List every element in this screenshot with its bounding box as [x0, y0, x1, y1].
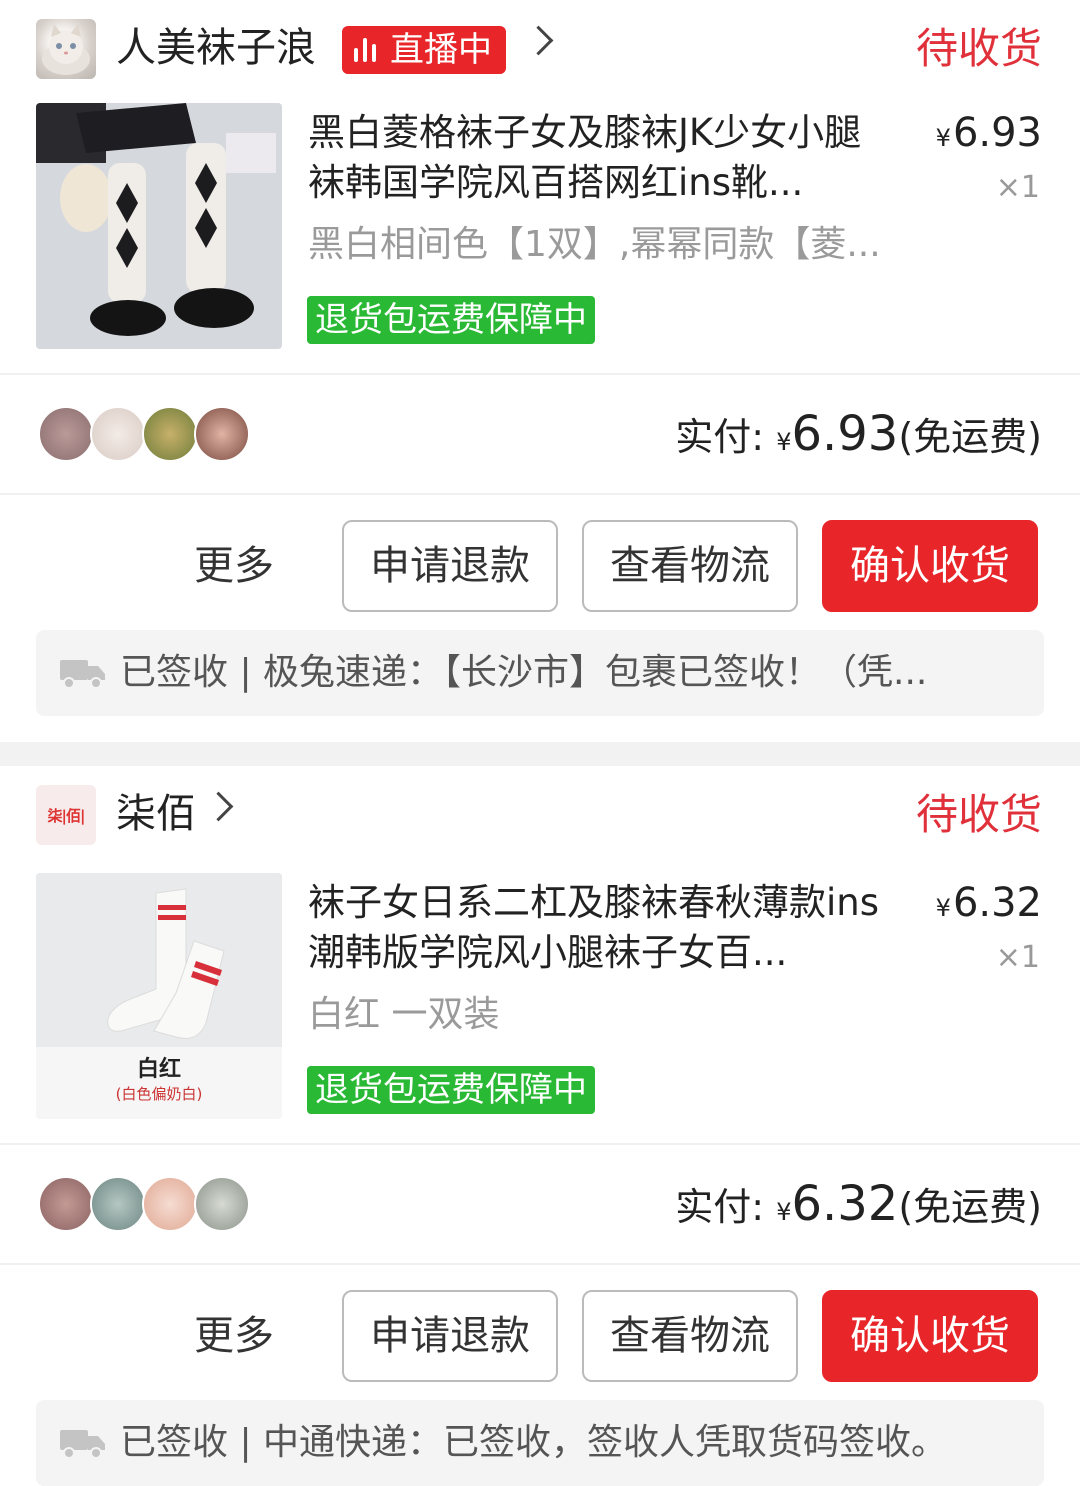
shop-name[interactable]: 柒佰	[116, 788, 196, 840]
logistics-status-bar[interactable]: 已签收 | 极兔速递：【长沙市】包裹已签收！（凭...	[36, 630, 1044, 716]
cat-avatar	[36, 19, 96, 79]
shop-logo: 柒|佰|	[36, 785, 96, 845]
paid-amount: 实付: ¥6.32(免运费)	[675, 1176, 1042, 1232]
guarantee-badge: 退货包运费保障中	[307, 1066, 595, 1114]
logistics-status-bar[interactable]: 已签收 | 中通快递：已签收，签收人凭取货码签收。	[36, 1400, 1044, 1486]
avatar	[90, 1176, 146, 1232]
view-logistics-button[interactable]: 查看物流	[582, 1290, 798, 1382]
buyer-avatars	[38, 1176, 250, 1232]
chevron-right-icon[interactable]	[203, 791, 234, 822]
avatar	[194, 406, 250, 462]
product-qty: ×1	[995, 170, 1040, 205]
truck-icon	[60, 1430, 105, 1459]
product-variant: 黑白相间色【1双】,幂幂同款【菱...	[308, 224, 881, 265]
paid-amount: 实付: ¥6.93(免运费)	[675, 406, 1042, 462]
avatar	[142, 1176, 198, 1232]
product-price: ¥6.32	[935, 880, 1042, 926]
order-status: 待收货	[915, 790, 1042, 839]
shop-row[interactable]: 人美袜子浪 直播中 待收货	[0, 0, 1080, 100]
product-variant: 白红 一双装	[308, 994, 500, 1035]
confirm-receipt-button[interactable]: 确认收货	[822, 1290, 1038, 1382]
product-image[interactable]: 白红 (白色偏奶白)	[36, 873, 282, 1119]
avatar	[194, 1176, 250, 1232]
buyer-avatars	[38, 406, 250, 462]
avatar	[38, 406, 94, 462]
truck-icon	[60, 660, 105, 689]
divider	[0, 1263, 1080, 1265]
avatar	[38, 1176, 94, 1232]
divider	[0, 373, 1080, 375]
order-card-2: 柒|佰| 柒佰 待收货 白红 (白色偏奶白) 袜子女日系二杠及膝袜春秋薄款ins…	[0, 766, 1080, 1486]
guarantee-badge: 退货包运费保障中	[307, 296, 595, 344]
logistics-text: 已签收 | 极兔速递：【长沙市】包裹已签收！（凭...	[120, 652, 928, 693]
product-title[interactable]: 袜子女日系二杠及膝袜春秋薄款ins潮韩版学院风小腿袜子女百...	[308, 878, 898, 978]
view-logistics-button[interactable]: 查看物流	[582, 520, 798, 612]
order-status: 待收货	[915, 24, 1042, 73]
product-title[interactable]: 黑白菱格袜子女及膝袜JK少女小腿袜韩国学院风百搭网红ins靴...	[308, 108, 898, 208]
live-bars-icon	[354, 38, 376, 62]
more-button[interactable]: 更多	[194, 520, 274, 612]
avatar	[142, 406, 198, 462]
product-image[interactable]	[36, 103, 282, 349]
product-qty: ×1	[995, 940, 1040, 975]
divider	[0, 493, 1080, 495]
live-badge[interactable]: 直播中	[342, 26, 506, 74]
product-price: ¥6.93	[935, 110, 1042, 156]
image-caption: 白红 (白色偏奶白)	[36, 1047, 282, 1119]
chevron-right-icon[interactable]	[523, 25, 554, 56]
refund-button[interactable]: 申请退款	[342, 1290, 558, 1382]
divider	[0, 1143, 1080, 1145]
shop-name[interactable]: 人美袜子浪	[116, 22, 316, 74]
logistics-text: 已签收 | 中通快递：已签收，签收人凭取货码签收。	[120, 1422, 948, 1463]
more-button[interactable]: 更多	[194, 1290, 274, 1382]
order-card-1: 人美袜子浪 直播中 待收货 黑白菱格袜子女及膝袜JK少女小腿袜韩国学院风百搭网红…	[0, 0, 1080, 742]
refund-button[interactable]: 申请退款	[342, 520, 558, 612]
avatar	[90, 406, 146, 462]
order-separator	[0, 742, 1080, 766]
shop-row[interactable]: 柒|佰| 柒佰 待收货	[0, 766, 1080, 866]
confirm-receipt-button[interactable]: 确认收货	[822, 520, 1038, 612]
live-badge-label: 直播中	[390, 30, 492, 70]
